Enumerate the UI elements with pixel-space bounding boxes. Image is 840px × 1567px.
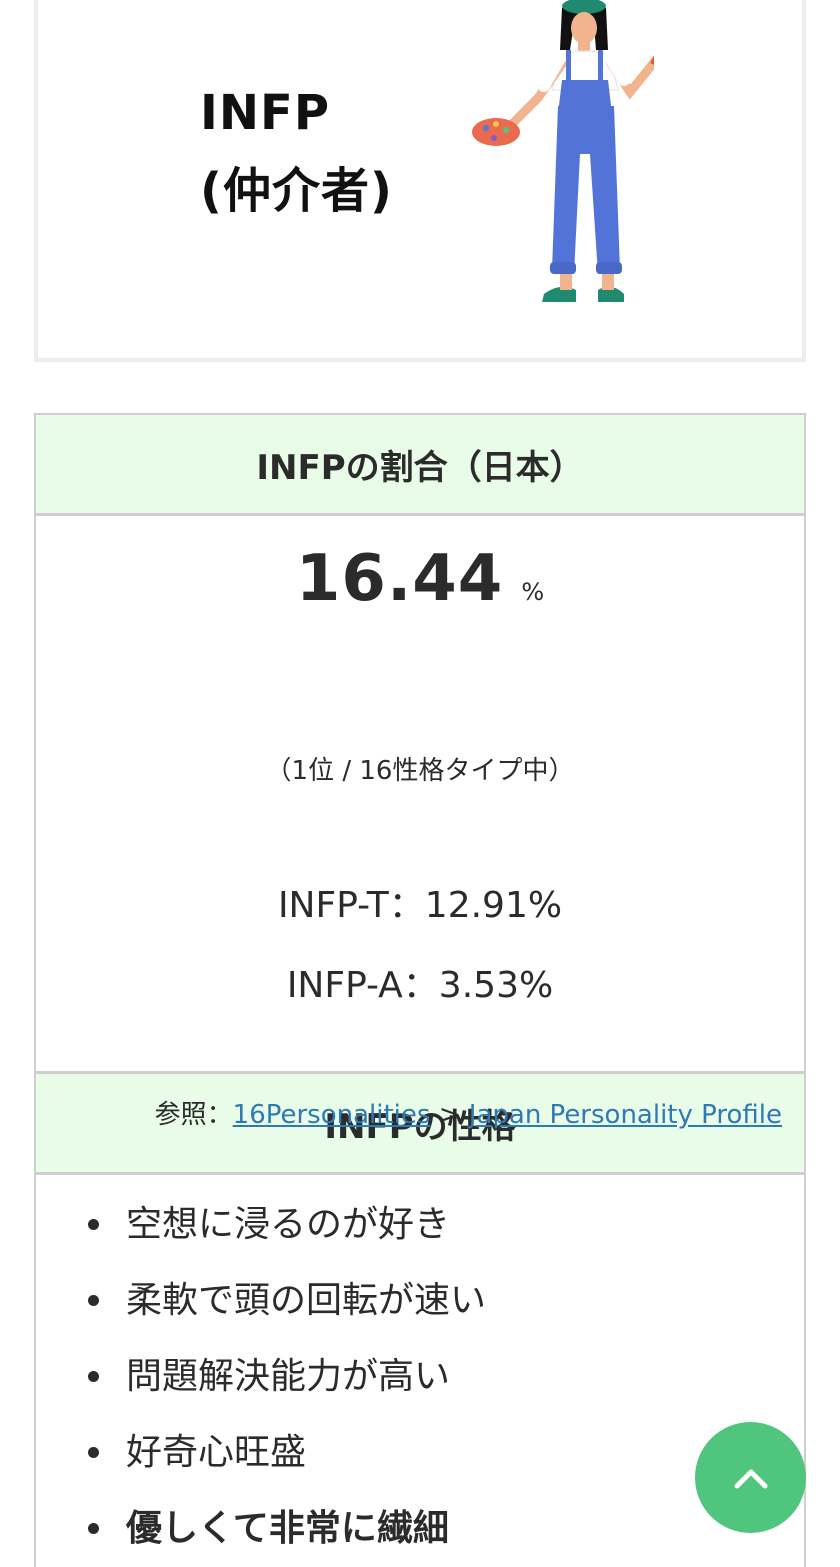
source-citation: 参照：16Personalities > Japan Personality P… bbox=[155, 1094, 782, 1131]
japan-profile-link[interactable]: Japan Personality Profile bbox=[469, 1100, 782, 1130]
rank-text: （1位 / 16性格タイプ中） bbox=[265, 756, 575, 786]
painter-illustration bbox=[472, 0, 654, 302]
back-to-top-button[interactable] bbox=[695, 1422, 806, 1533]
list-item: 空想に浸るのが好き bbox=[80, 1187, 804, 1263]
info-table: INFPの割合（日本） 16.44% （1位 / 16性格タイプ中） INFP-… bbox=[34, 413, 806, 1567]
assertive-ratio: INFP-A：3.53% bbox=[286, 965, 554, 1006]
list-item: 柔軟で頭の回転が速い bbox=[80, 1263, 804, 1339]
list-item: 問題解決能力が高い bbox=[80, 1339, 804, 1415]
hero-title: INFP (仲介者) bbox=[200, 74, 393, 230]
chevron-up-icon bbox=[734, 1469, 767, 1488]
ratio-section-body: 16.44% （1位 / 16性格タイプ中） INFP-T：12.91% INF… bbox=[36, 516, 804, 1130]
type-name: (仲介者) bbox=[200, 163, 393, 219]
ratio-section-heading: INFPの割合（日本） bbox=[36, 415, 804, 516]
type-code: INFP bbox=[200, 85, 330, 141]
source-separator: > bbox=[430, 1100, 469, 1130]
page: INFP (仲介者) INFPの割合（日本） 16.44 % （1位 / 16性… bbox=[0, 0, 840, 1567]
source-prefix: 参照： bbox=[154, 1100, 233, 1130]
percentage-value: 16.44 bbox=[295, 542, 504, 616]
list-item: 優しくて非常に繊細 bbox=[80, 1491, 804, 1567]
16personalities-link[interactable]: 16Personalities bbox=[233, 1100, 431, 1130]
turbulent-ratio: INFP-T：12.91% bbox=[277, 885, 563, 926]
percentage-unit: % bbox=[521, 578, 545, 606]
percentage-display: 16.44% bbox=[36, 542, 804, 616]
hero-card: INFP (仲介者) bbox=[34, 0, 806, 362]
traits-list: 空想に浸るのが好き 柔軟で頭の回転が速い 問題解決能力が高い 好奇心旺盛 優しく… bbox=[36, 1175, 804, 1567]
